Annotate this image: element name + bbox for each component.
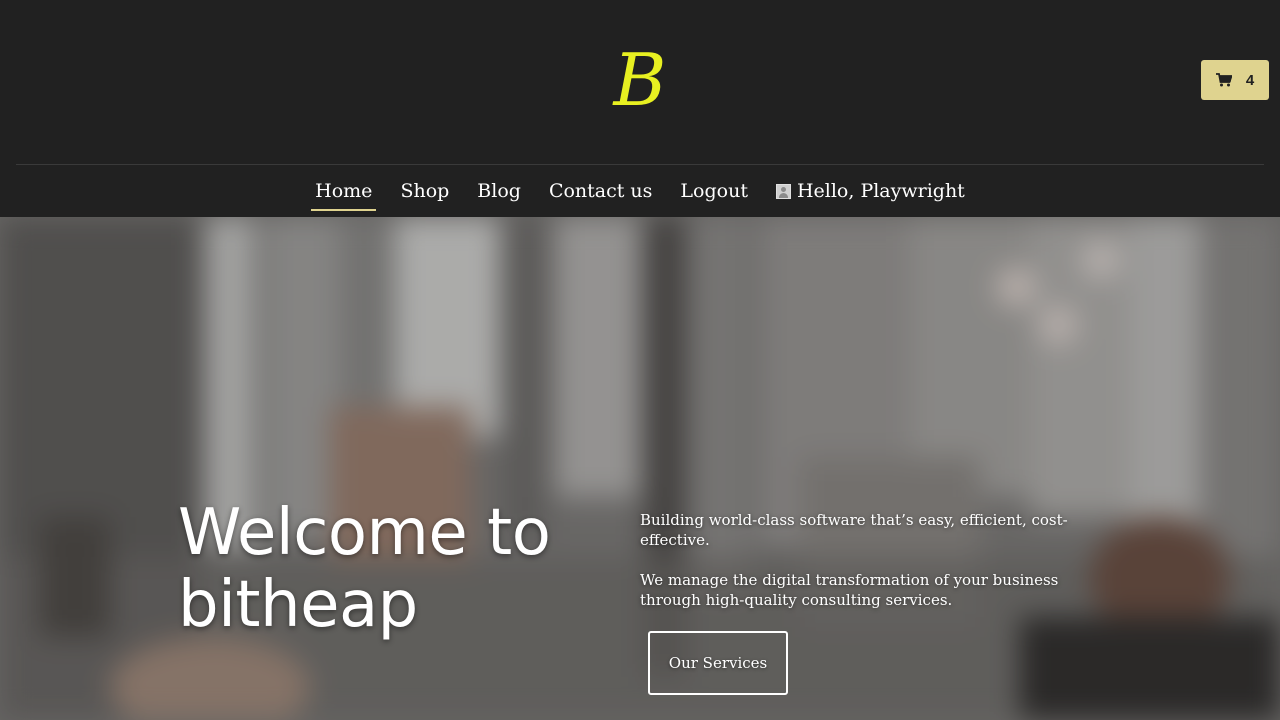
hero-paragraph: Building world-class software that’s eas… [640,511,1068,549]
cart-button[interactable]: 4 [1201,60,1269,100]
nav-item-blog[interactable]: Blog [473,170,525,211]
hero-overlay [0,217,1280,720]
user-greeting: Hello, Playwright [796,180,965,202]
nav-item-logout[interactable]: Logout [676,170,752,211]
hero-title: Welcome to bitheap [178,496,551,642]
hero-paragraph: We manage the digital transformation of … [640,571,1059,609]
our-services-button[interactable]: Our Services [648,631,788,695]
header-divider [16,164,1264,165]
cart-count: 4 [1245,71,1255,89]
logo-letter: B [613,38,667,122]
site-logo[interactable]: B [608,40,672,120]
hero-section: Welcome to bitheap Building world-class … [0,217,1280,720]
nav-item-shop[interactable]: Shop [396,170,453,211]
hero-description: Building world-class software that’s eas… [640,510,1090,630]
nav-item-home[interactable]: Home [311,170,377,211]
main-nav: Home Shop Blog Contact us Logout Hello, … [0,170,1280,214]
nav-item-user[interactable]: Hello, Playwright [772,170,969,211]
nav-item-contact-us[interactable]: Contact us [545,170,656,211]
site-header: B 4 Home Shop Blog Contact us Logout Hel… [0,0,1280,217]
avatar-icon [775,183,791,199]
cart-icon [1215,73,1232,87]
